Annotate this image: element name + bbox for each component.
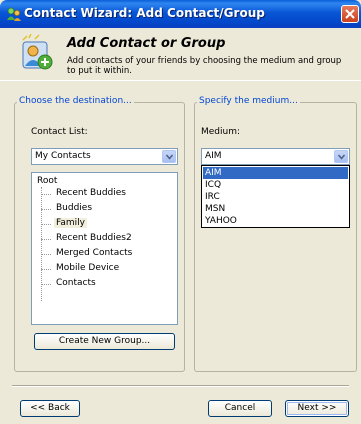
tree-branch [41, 209, 51, 210]
contact-list-label: Contact List: [31, 127, 88, 137]
chevron-down-icon [338, 154, 345, 160]
medium-option[interactable]: ICQ [203, 179, 348, 191]
cancel-button[interactable]: Cancel [208, 400, 272, 417]
medium-option[interactable]: AIM [203, 167, 348, 179]
tree-branch [41, 224, 51, 225]
back-button[interactable]: << Back [20, 400, 80, 417]
create-new-group-button[interactable]: Create New Group... [34, 333, 175, 350]
tree-item-label: Recent Buddies2 [56, 233, 132, 243]
destination-legend: Choose the destination... [17, 96, 134, 106]
tree-branch [41, 254, 51, 255]
medium-label: Medium: [201, 127, 241, 137]
tree-branch [41, 269, 51, 270]
medium-option[interactable]: MSN [203, 203, 348, 215]
medium-select[interactable]: AIM [201, 148, 350, 165]
close-button[interactable] [341, 5, 359, 23]
add-contact-icon [22, 34, 53, 70]
footer-divider [12, 385, 349, 387]
next-button[interactable]: Next >> [285, 400, 349, 417]
tree-branch [41, 239, 51, 240]
wizard-header: Add Contact or Group Add contacts of you… [0, 28, 361, 80]
medium-dropdown-button[interactable] [334, 150, 348, 163]
tree-item-label: Contacts [56, 278, 96, 288]
header-subtitle: Add contacts of your friends by choosing… [67, 56, 342, 76]
chevron-down-icon [166, 154, 173, 160]
tree-root[interactable]: Root [37, 176, 57, 186]
medium-value: AIM [205, 151, 222, 161]
header-title: Add Contact or Group [67, 36, 226, 51]
contacts-app-icon [7, 7, 21, 21]
tree-branch [41, 284, 51, 285]
contact-wizard-window: Contact Wizard: Add Contact/Group Add Co… [0, 0, 361, 424]
medium-legend: Specify the medium... [197, 96, 300, 106]
tree-item-label: Family [54, 218, 87, 228]
group-tree[interactable]: Root Recent Buddies Buddies Family Recen… [31, 172, 178, 325]
tree-item-label: Merged Contacts [56, 248, 133, 258]
contact-list-value: My Contacts [35, 151, 91, 161]
contact-list-dropdown-button[interactable] [162, 150, 176, 163]
close-icon [345, 9, 355, 19]
medium-option[interactable]: IRC [203, 191, 348, 203]
medium-option[interactable]: YAHOO [203, 215, 348, 227]
header-divider [0, 80, 361, 81]
tree-item-label: Recent Buddies [56, 188, 126, 198]
tree-branch [41, 194, 51, 195]
tree-item-label: Buddies [56, 203, 93, 213]
tree-item-label: Mobile Device [56, 263, 120, 273]
title-bar[interactable]: Contact Wizard: Add Contact/Group [0, 0, 361, 28]
medium-dropdown-list[interactable]: AIM ICQ IRC MSN YAHOO [201, 165, 350, 228]
window-title: Contact Wizard: Add Contact/Group [24, 6, 265, 20]
contact-list-select[interactable]: My Contacts [31, 148, 178, 165]
medium-group [194, 102, 357, 372]
